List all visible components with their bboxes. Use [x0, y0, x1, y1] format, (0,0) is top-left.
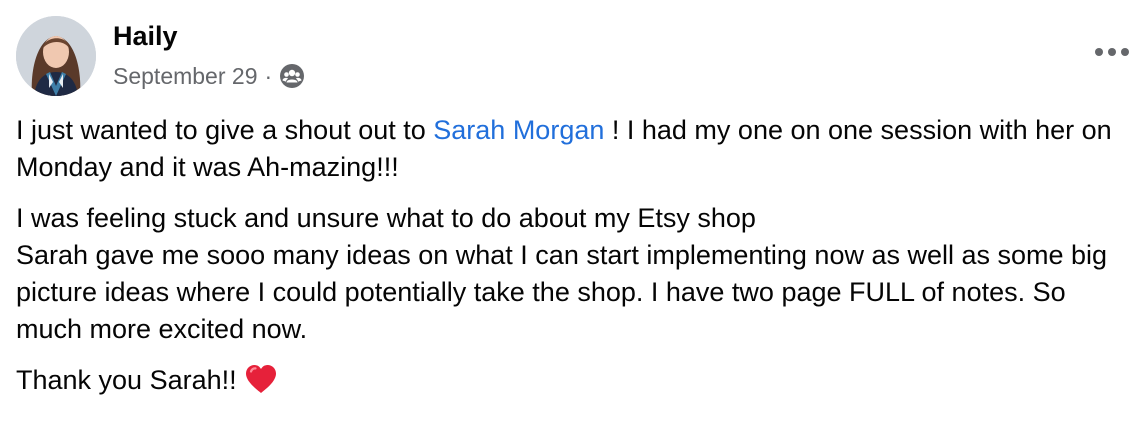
post-paragraph-3: Thank you Sarah!!	[16, 362, 1134, 399]
avatar-image	[16, 16, 96, 96]
post-paragraph-2: I was feeling stuck and unsure what to d…	[16, 200, 1134, 348]
paragraph-2-line-2: Sarah gave me sooo many ideas on what I …	[16, 240, 1108, 344]
more-options-icon	[1095, 48, 1129, 56]
more-options-button[interactable]	[1090, 34, 1134, 70]
avatar[interactable]	[16, 16, 96, 96]
post-meta: September 29 ·	[113, 60, 305, 92]
meta-separator: ·	[264, 62, 273, 89]
paragraph-1-text-start: I just wanted to give a shout out to	[16, 115, 434, 145]
heart-icon	[246, 365, 277, 393]
group-icon[interactable]	[279, 63, 305, 89]
author-name[interactable]: Haily	[113, 20, 178, 52]
post-card: Haily September 29 · I just wanted to gi…	[0, 0, 1148, 428]
post-date[interactable]: September 29	[113, 63, 257, 90]
paragraph-2-line-1: I was feeling stuck and unsure what to d…	[16, 203, 756, 233]
post-body: I just wanted to give a shout out to Sar…	[16, 112, 1134, 399]
paragraph-3-text: Thank you Sarah!!	[16, 365, 237, 395]
mention-link[interactable]: Sarah Morgan	[433, 115, 604, 145]
post-paragraph-1: I just wanted to give a shout out to Sar…	[16, 112, 1134, 186]
